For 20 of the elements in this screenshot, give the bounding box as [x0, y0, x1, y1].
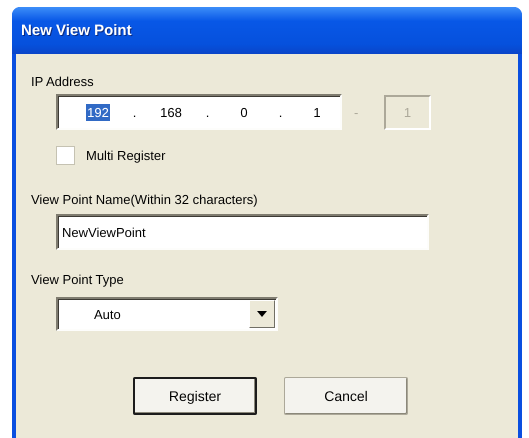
cancel-button[interactable]: Cancel: [284, 377, 408, 415]
checkbox[interactable]: [56, 146, 75, 165]
checkbox-label: Multi Register: [86, 148, 166, 163]
separator-dot: .: [278, 104, 284, 120]
field-label: View Point Type: [31, 272, 125, 288]
window-title: New View Point: [21, 22, 132, 39]
octet-value: 1: [312, 104, 322, 120]
field-label: IP Address: [31, 74, 95, 90]
dropdown-arrow-icon: [257, 311, 267, 317]
separator-dot: .: [132, 104, 138, 120]
register-button[interactable]: Register: [133, 377, 257, 415]
field-label: View Point Name(Within 32 characters): [31, 192, 259, 208]
type-dropdown[interactable]: Auto: [56, 297, 278, 331]
name-input-field[interactable]: NewViewPoint: [56, 214, 429, 250]
separator-dot: .: [204, 104, 210, 120]
ip-address-field[interactable]: 192 . 168 . 0 . 1: [56, 94, 342, 130]
octet-value: 168: [159, 104, 183, 120]
octet-value: 192: [86, 104, 110, 120]
octet-value: 0: [239, 104, 249, 120]
range-separator: -: [354, 104, 360, 120]
